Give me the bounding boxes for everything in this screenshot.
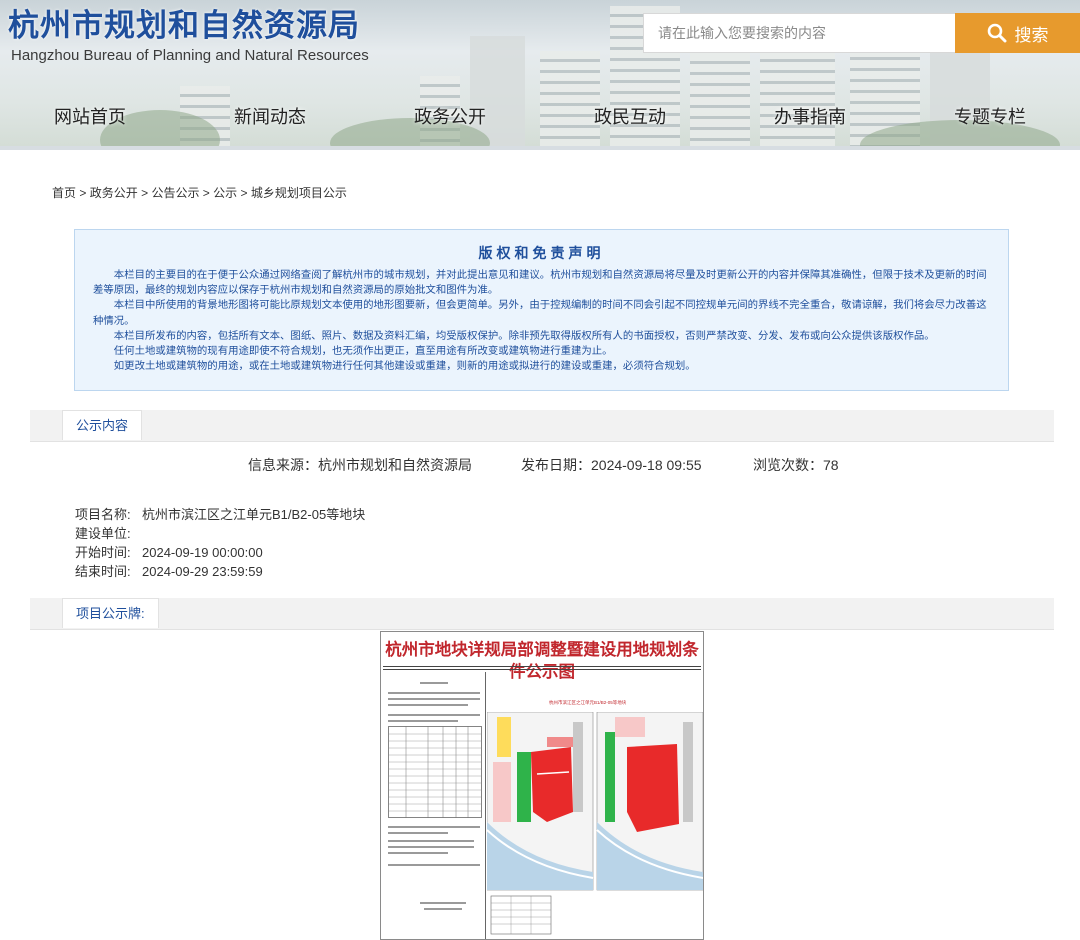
view-count: 浏览次数：78	[753, 457, 839, 473]
project-notice-board-image[interactable]: 杭州市地块详规局部调整暨建设用地规划条件公示图 杭州市滨江区之江单元B1/B2-…	[380, 631, 704, 940]
disclaimer-paragraph: 如更改土地或建筑物的用途，或在土地或建筑物进行任何其他建设或重建，则新的用途或拟…	[113, 361, 696, 373]
start-time-row: 开始时间: 2024-09-19 00:00:00	[75, 543, 365, 562]
site-subtitle: Hangzhou Bureau of Planning and Natural …	[11, 47, 369, 64]
project-name-value: 杭州市滨江区之江单元B1/B2-05等地块	[142, 507, 366, 522]
disclaimer-paragraph: 本栏目所发布的内容，包括所有文本、图纸、照片、数据及资料汇编，均受版权保护。除非…	[113, 330, 935, 342]
nav-item-news[interactable]: 新闻动态	[180, 96, 360, 138]
end-time-label: 结束时间:	[75, 564, 131, 579]
board-text-line	[388, 852, 448, 854]
board-rule	[383, 666, 701, 667]
main-nav: 网站首页 新闻动态 政务公开 政民互动 办事指南 专题专栏	[0, 96, 1080, 138]
start-time-value: 2024-09-19 00:00:00	[142, 545, 263, 560]
board-text-line	[388, 704, 468, 706]
tab-notice-content[interactable]: 公示内容	[62, 410, 143, 440]
start-time-label: 开始时间:	[75, 545, 131, 560]
site-title: 杭州市规划和自然资源局	[8, 8, 360, 43]
board-text-line	[420, 902, 466, 904]
project-details: 项目名称: 杭州市滨江区之江单元B1/B2-05等地块 建设单位: 开始时间: 20…	[75, 505, 365, 581]
board-text-line	[388, 692, 480, 694]
search-button[interactable]: 搜索	[955, 13, 1080, 53]
board-text-line	[420, 682, 448, 684]
breadcrumb: 首页 > 政务公开 > 公告公示 > 公示 > 城乡规划项目公示	[52, 185, 347, 201]
search-button-label: 搜索	[1014, 25, 1049, 45]
breadcrumb-current[interactable]: 城乡规划项目公示	[251, 186, 347, 200]
disclaimer-paragraph: 任何土地或建筑物的现有用途即使不符合规划，也无须作出更正，直至用途有所改变或建筑…	[113, 346, 613, 358]
disclaimer-title: 版权和免责声明	[478, 245, 605, 261]
construction-unit-label: 建设单位:	[75, 526, 131, 541]
breadcrumb-home[interactable]: 首页	[52, 186, 76, 200]
search-icon	[987, 23, 1006, 43]
board-text-line	[388, 846, 474, 848]
board-text-line	[388, 864, 480, 866]
disclaimer-paragraph: 本栏目的主要目的在于便于公众通过网络查阅了解杭州市的城市规划，并对此提出意见和建…	[93, 270, 987, 297]
disclaimer-paragraph: 本栏目中所使用的背景地形图将可能比原规划文本使用的地形图要新，但会更简单。另外，…	[93, 300, 987, 327]
end-time-row: 结束时间: 2024-09-29 23:59:59	[75, 562, 365, 581]
disclaimer-box: 版权和免责声明 本栏目的主要目的在于便于公众通过网络查阅了解杭州市的城市规划，并…	[74, 229, 1009, 391]
board-text-line	[388, 698, 480, 700]
board-text-line	[424, 908, 462, 910]
breadcrumb-separator: >	[202, 186, 210, 200]
board-text-line	[388, 826, 480, 828]
project-board-bar: 项目公示牌:	[30, 598, 1054, 630]
publish-date: 发布日期：2024-09-18 09:55	[521, 457, 702, 473]
nav-item-home[interactable]: 网站首页	[0, 96, 180, 138]
notice-content-bar: 公示内容	[30, 410, 1054, 442]
nav-item-special-topics[interactable]: 专题专栏	[900, 96, 1080, 138]
nav-item-service-guide[interactable]: 办事指南	[720, 96, 900, 138]
breadcrumb-separator: >	[141, 186, 149, 200]
info-source: 信息来源：杭州市规划和自然资源局	[248, 457, 472, 473]
board-text-line	[388, 714, 480, 716]
breadcrumb-notice[interactable]: 公示	[213, 186, 237, 200]
board-data-table	[388, 726, 482, 818]
breadcrumb-government-affairs[interactable]: 政务公开	[90, 186, 138, 200]
breadcrumb-separator: >	[79, 186, 87, 200]
end-time-value: 2024-09-29 23:59:59	[142, 564, 263, 579]
board-divider	[485, 672, 486, 939]
board-site-maps	[487, 712, 703, 935]
nav-item-government-affairs[interactable]: 政务公开	[360, 96, 540, 138]
board-map-caption: 杭州市滨江区之江单元B1/B2-05等地块	[549, 700, 627, 705]
tab-project-board[interactable]: 项目公示牌:	[62, 598, 159, 628]
construction-unit-row: 建设单位:	[75, 524, 365, 543]
board-text-column	[384, 676, 484, 938]
header-divider	[0, 146, 1080, 150]
board-rule	[383, 669, 701, 670]
project-name-label: 项目名称:	[75, 507, 131, 522]
breadcrumb-separator: >	[240, 186, 248, 200]
project-name-row: 项目名称: 杭州市滨江区之江单元B1/B2-05等地块	[75, 505, 365, 524]
nav-item-interaction[interactable]: 政民互动	[540, 96, 720, 138]
board-text-line	[388, 840, 474, 842]
board-text-line	[388, 720, 458, 722]
search-input[interactable]	[643, 13, 955, 53]
site-header: 杭州市规划和自然资源局 Hangzhou Bureau of Planning …	[0, 0, 1080, 146]
breadcrumb-announcements[interactable]: 公告公示	[151, 186, 199, 200]
board-text-line	[388, 832, 448, 834]
